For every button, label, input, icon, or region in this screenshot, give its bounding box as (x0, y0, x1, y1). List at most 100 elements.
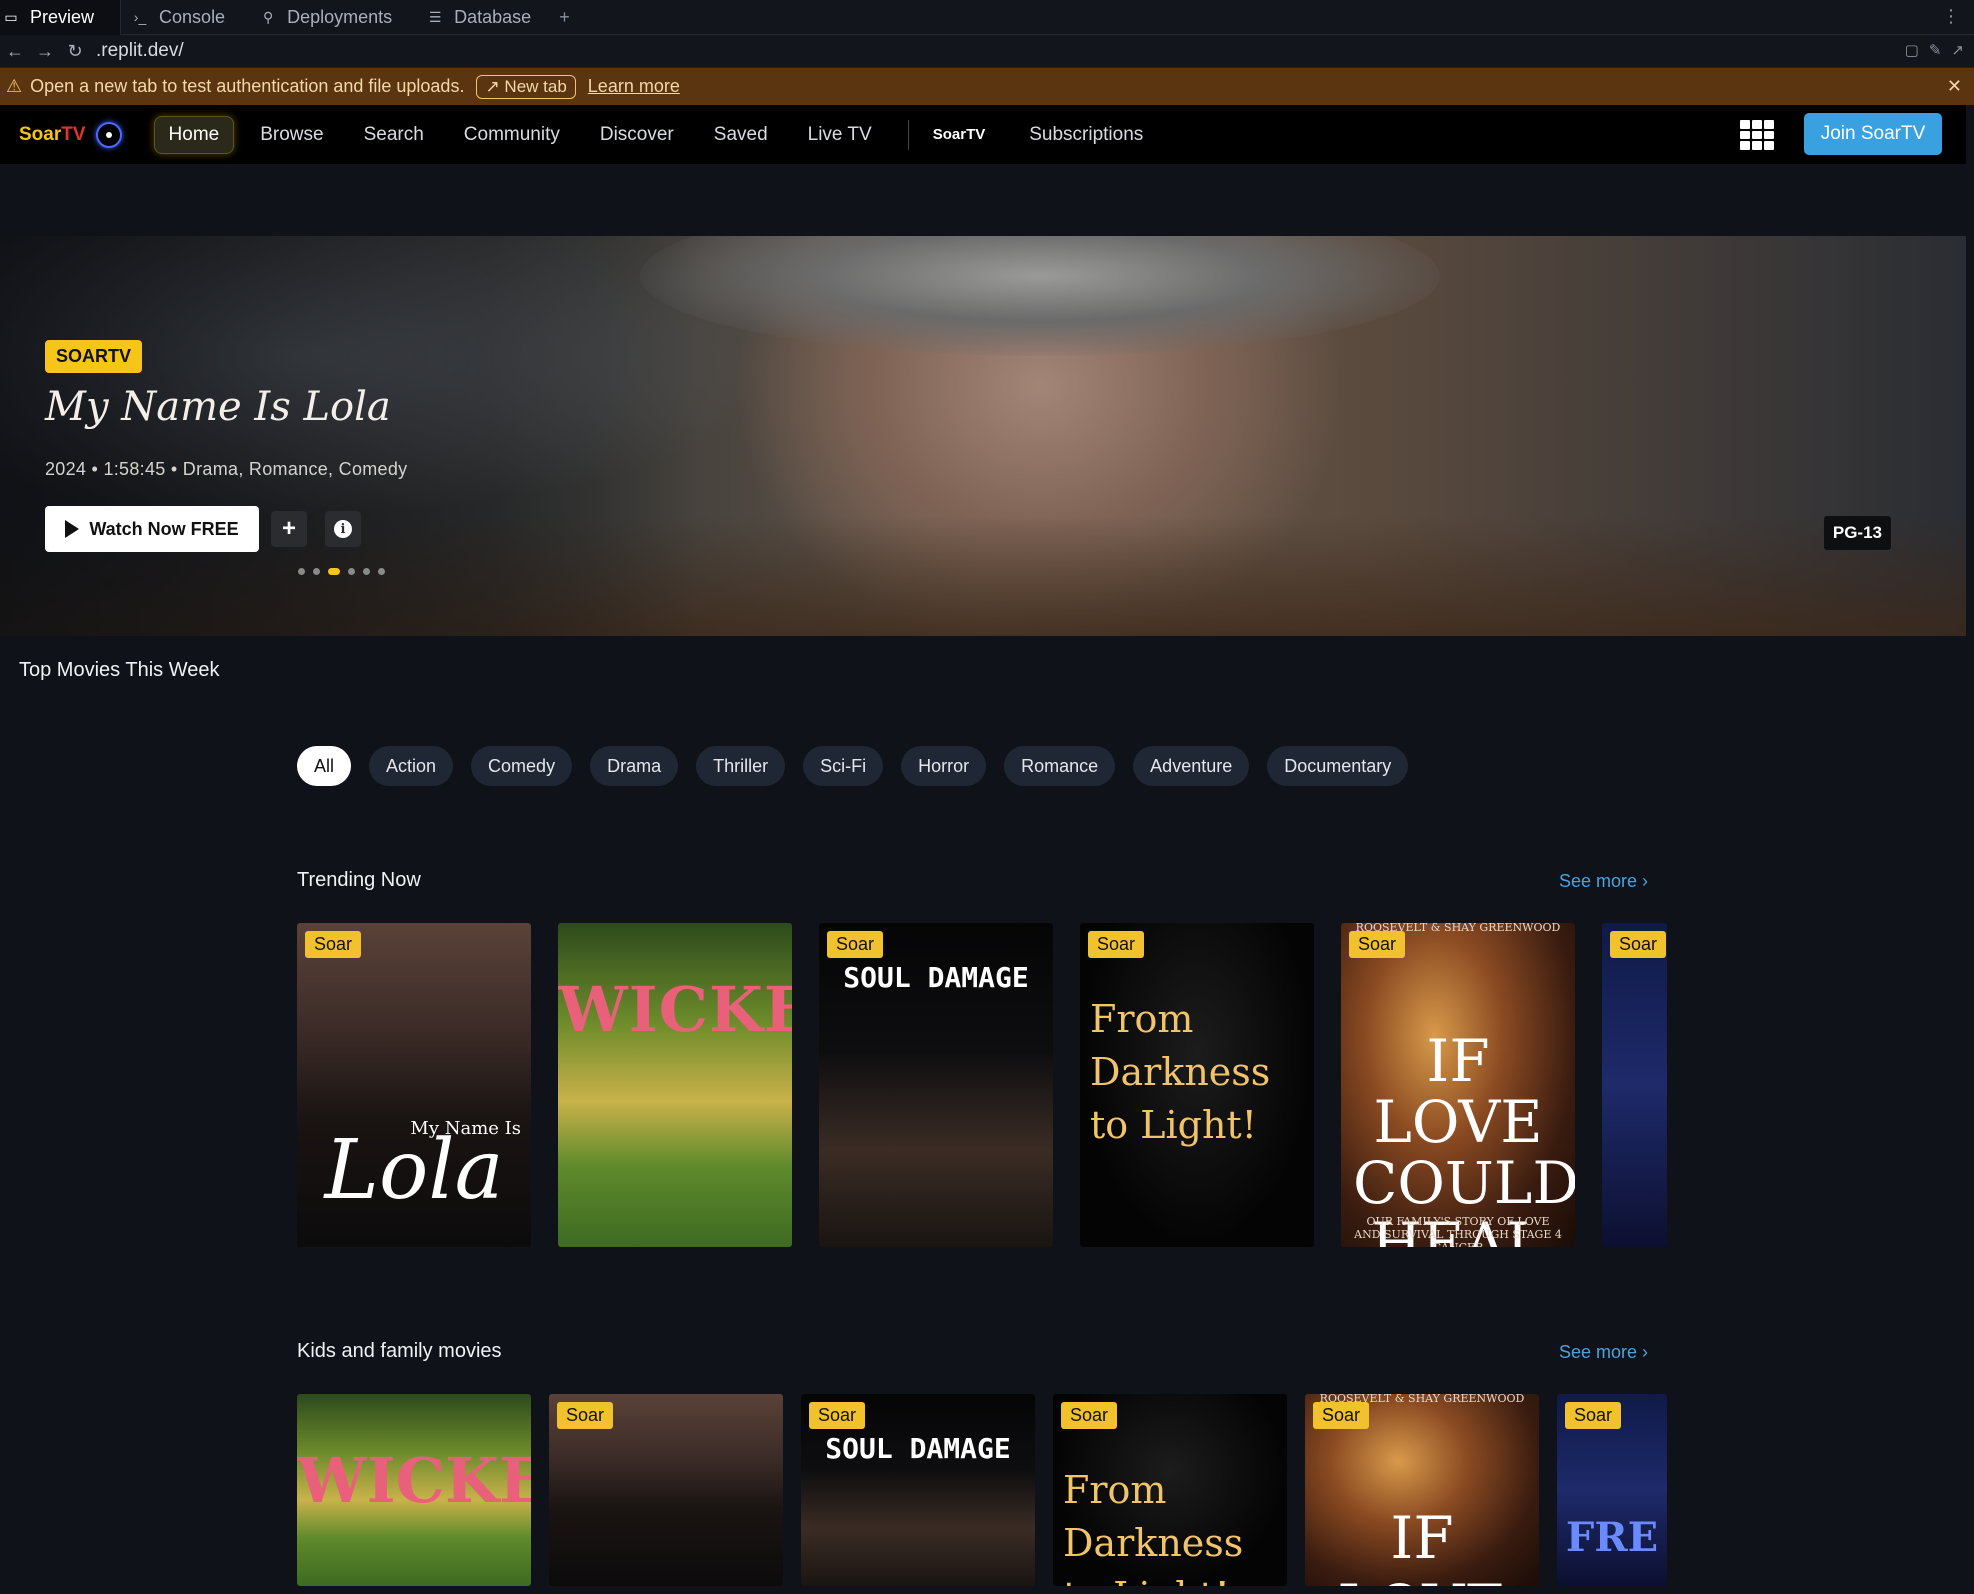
info-button[interactable]: i (325, 511, 361, 547)
nav-community[interactable]: Community (450, 117, 574, 153)
poster-from-darkness-to-light[interactable]: Soar From Darkness to Light! (1080, 923, 1314, 1247)
more-options-icon[interactable]: ⋮ (1942, 6, 1960, 27)
tab-console[interactable]: ›_ Console (129, 0, 243, 35)
genre-chip-romance[interactable]: Romance (1004, 746, 1116, 786)
poster-if-love-could-heal[interactable]: ROOSEVELT & SHAY GREENWOOD Soar IF LOVE … (1341, 923, 1575, 1247)
genre-chip-comedy[interactable]: Comedy (471, 746, 573, 786)
genre-chip-all[interactable]: All (297, 746, 352, 786)
genre-chip-adventure[interactable]: Adventure (1133, 746, 1250, 786)
kids-heading: Kids and family movies (297, 1340, 502, 1362)
nav-search[interactable]: Search (350, 117, 438, 153)
poster-title: SOUL DAMAGE (825, 1432, 1011, 1465)
carousel-dot[interactable] (363, 568, 370, 575)
soartv-logo[interactable]: SoarTV (19, 121, 122, 148)
genre-chip-action[interactable]: Action (369, 746, 454, 786)
poster-my-name-is-lola[interactable]: Soar My Name Is Lola (297, 923, 531, 1247)
nav-saved[interactable]: Saved (700, 117, 782, 153)
soar-badge: Soar (827, 931, 884, 958)
new-tab-button[interactable]: ↗ New tab (476, 74, 576, 99)
tab-label: Console (159, 6, 226, 27)
nav-home[interactable]: Home (153, 115, 235, 154)
poster-wicked[interactable]: WICKED (297, 1394, 531, 1586)
poster-my-name-is-lola[interactable]: Soar (549, 1394, 783, 1586)
carousel-dot[interactable] (348, 568, 355, 575)
genre-chip-sci-fi[interactable]: Sci-Fi (803, 746, 884, 786)
back-icon[interactable]: ← (0, 41, 30, 62)
nav-browse[interactable]: Browse (246, 117, 337, 153)
nav-subscriptions[interactable]: Subscriptions (1029, 124, 1143, 146)
soar-badge: Soar (1565, 1402, 1622, 1429)
poster-from-darkness-to-light[interactable]: Soar From Darkness to Light! (1053, 1394, 1287, 1586)
carousel-dot[interactable] (378, 568, 385, 575)
soar-badge: Soar (305, 931, 362, 958)
plus-icon: + (281, 515, 296, 542)
logo-tv: TV (61, 123, 86, 145)
trending-see-more-link[interactable]: See more › (1559, 871, 1648, 892)
forward-icon[interactable]: → (30, 41, 60, 62)
tools-icon[interactable]: ✎ (1929, 41, 1942, 59)
nav-divider (907, 119, 909, 150)
apps-grid-icon[interactable] (1740, 120, 1774, 150)
tab-label: Deployments (287, 6, 393, 27)
tab-preview[interactable]: ▭ Preview (0, 0, 122, 35)
tab-label: Preview (30, 6, 95, 27)
genre-chip-drama[interactable]: Drama (590, 746, 679, 786)
soar-badge: Soar (809, 1402, 866, 1429)
hero-banner[interactable]: SOARTV My Name Is Lola 2024 • 1:58:45 • … (0, 236, 1966, 636)
soar-badge: Soar (1313, 1402, 1370, 1429)
tab-deployments[interactable]: ⚲ Deployments (257, 0, 410, 35)
carousel-dot[interactable] (298, 568, 305, 575)
watch-now-button[interactable]: Watch Now FREE (45, 506, 259, 552)
poster-title: SOUL DAMAGE (843, 961, 1029, 994)
genre-chip-thriller[interactable]: Thriller (696, 746, 786, 786)
close-icon[interactable]: ✕ (1947, 76, 1962, 97)
nav-live-tv[interactable]: Live TV (794, 117, 886, 153)
hero-title: My Name Is Lola (45, 384, 391, 430)
monitor-icon: ▭ (4, 8, 18, 25)
database-icon: ☰ (428, 8, 442, 25)
learn-more-link[interactable]: Learn more (588, 76, 680, 97)
rocket-icon: ⚲ (262, 8, 274, 25)
poster-footer: OUR FAMILY'S STORY OF LOVE AND SURVIVAL … (1354, 1215, 1562, 1247)
nav-discover[interactable]: Discover (586, 117, 688, 153)
add-to-list-button[interactable]: + (271, 511, 307, 547)
url-bar: ← → ↻ .replit.dev/ ▢ ✎ ↗ (0, 35, 1974, 68)
genre-chip-horror[interactable]: Horror (901, 746, 987, 786)
poster-wicked[interactable]: WICKED (558, 923, 792, 1247)
warning-text: Open a new tab to test authentication an… (30, 76, 465, 96)
poster-partial[interactable]: Soar (1602, 923, 1667, 1247)
carousel-dot[interactable] (313, 568, 320, 575)
poster-soul-damage[interactable]: Soar SOUL DAMAGE (819, 923, 1053, 1247)
add-tab-button[interactable]: + (559, 7, 570, 28)
play-icon (65, 520, 80, 538)
poster-partial[interactable]: Soar FRE (1557, 1394, 1667, 1586)
kids-see-more-link[interactable]: See more › (1559, 1342, 1648, 1363)
ide-tab-bar: ▭ Preview ›_ Console ⚲ Deployments ☰ Dat… (0, 0, 1974, 35)
external-link-icon[interactable]: ↗ (1951, 41, 1964, 59)
trending-heading: Trending Now (297, 869, 421, 891)
soar-badge: Soar (1061, 1402, 1118, 1429)
carousel-dot[interactable] (328, 568, 340, 575)
reload-icon[interactable]: ↻ (60, 41, 90, 62)
tab-database[interactable]: ☰ Database (424, 0, 549, 35)
hero-shade (0, 236, 700, 636)
url-text[interactable]: .replit.dev/ (96, 40, 184, 62)
poster-title: IF LOVE (1337, 1504, 1506, 1586)
watch-label: Watch Now FREE (89, 518, 239, 539)
join-button[interactable]: Join SoarTV (1804, 113, 1942, 155)
site-navbar: SoarTV Home Browse Search Community Disc… (0, 105, 1966, 164)
warning-banner: ⚠ Open a new tab to test authentication … (0, 68, 1974, 105)
poster-title: FRE (1565, 1514, 1659, 1561)
poster-title: From Darkness to Light! (1063, 1468, 1244, 1586)
soar-badge: Soar (557, 1402, 614, 1429)
genre-chip-documentary[interactable]: Documentary (1267, 746, 1409, 786)
poster-title: WICKED (297, 1444, 531, 1517)
devices-icon[interactable]: ▢ (1905, 41, 1919, 59)
poster-title: From Darkness to Light! (1090, 997, 1271, 1148)
logo-soar: Soar (19, 123, 62, 145)
genre-filter: All Action Comedy Drama Thriller Sci-Fi Horror… (297, 746, 1409, 786)
poster-if-love-could-heal[interactable]: ROOSEVELT & SHAY GREENWOOD Soar IF LOVE (1305, 1394, 1539, 1586)
nav-soartv[interactable]: SoarTV (933, 126, 986, 143)
poster-soul-damage[interactable]: Soar SOUL DAMAGE (801, 1394, 1035, 1586)
info-icon: i (334, 520, 352, 538)
